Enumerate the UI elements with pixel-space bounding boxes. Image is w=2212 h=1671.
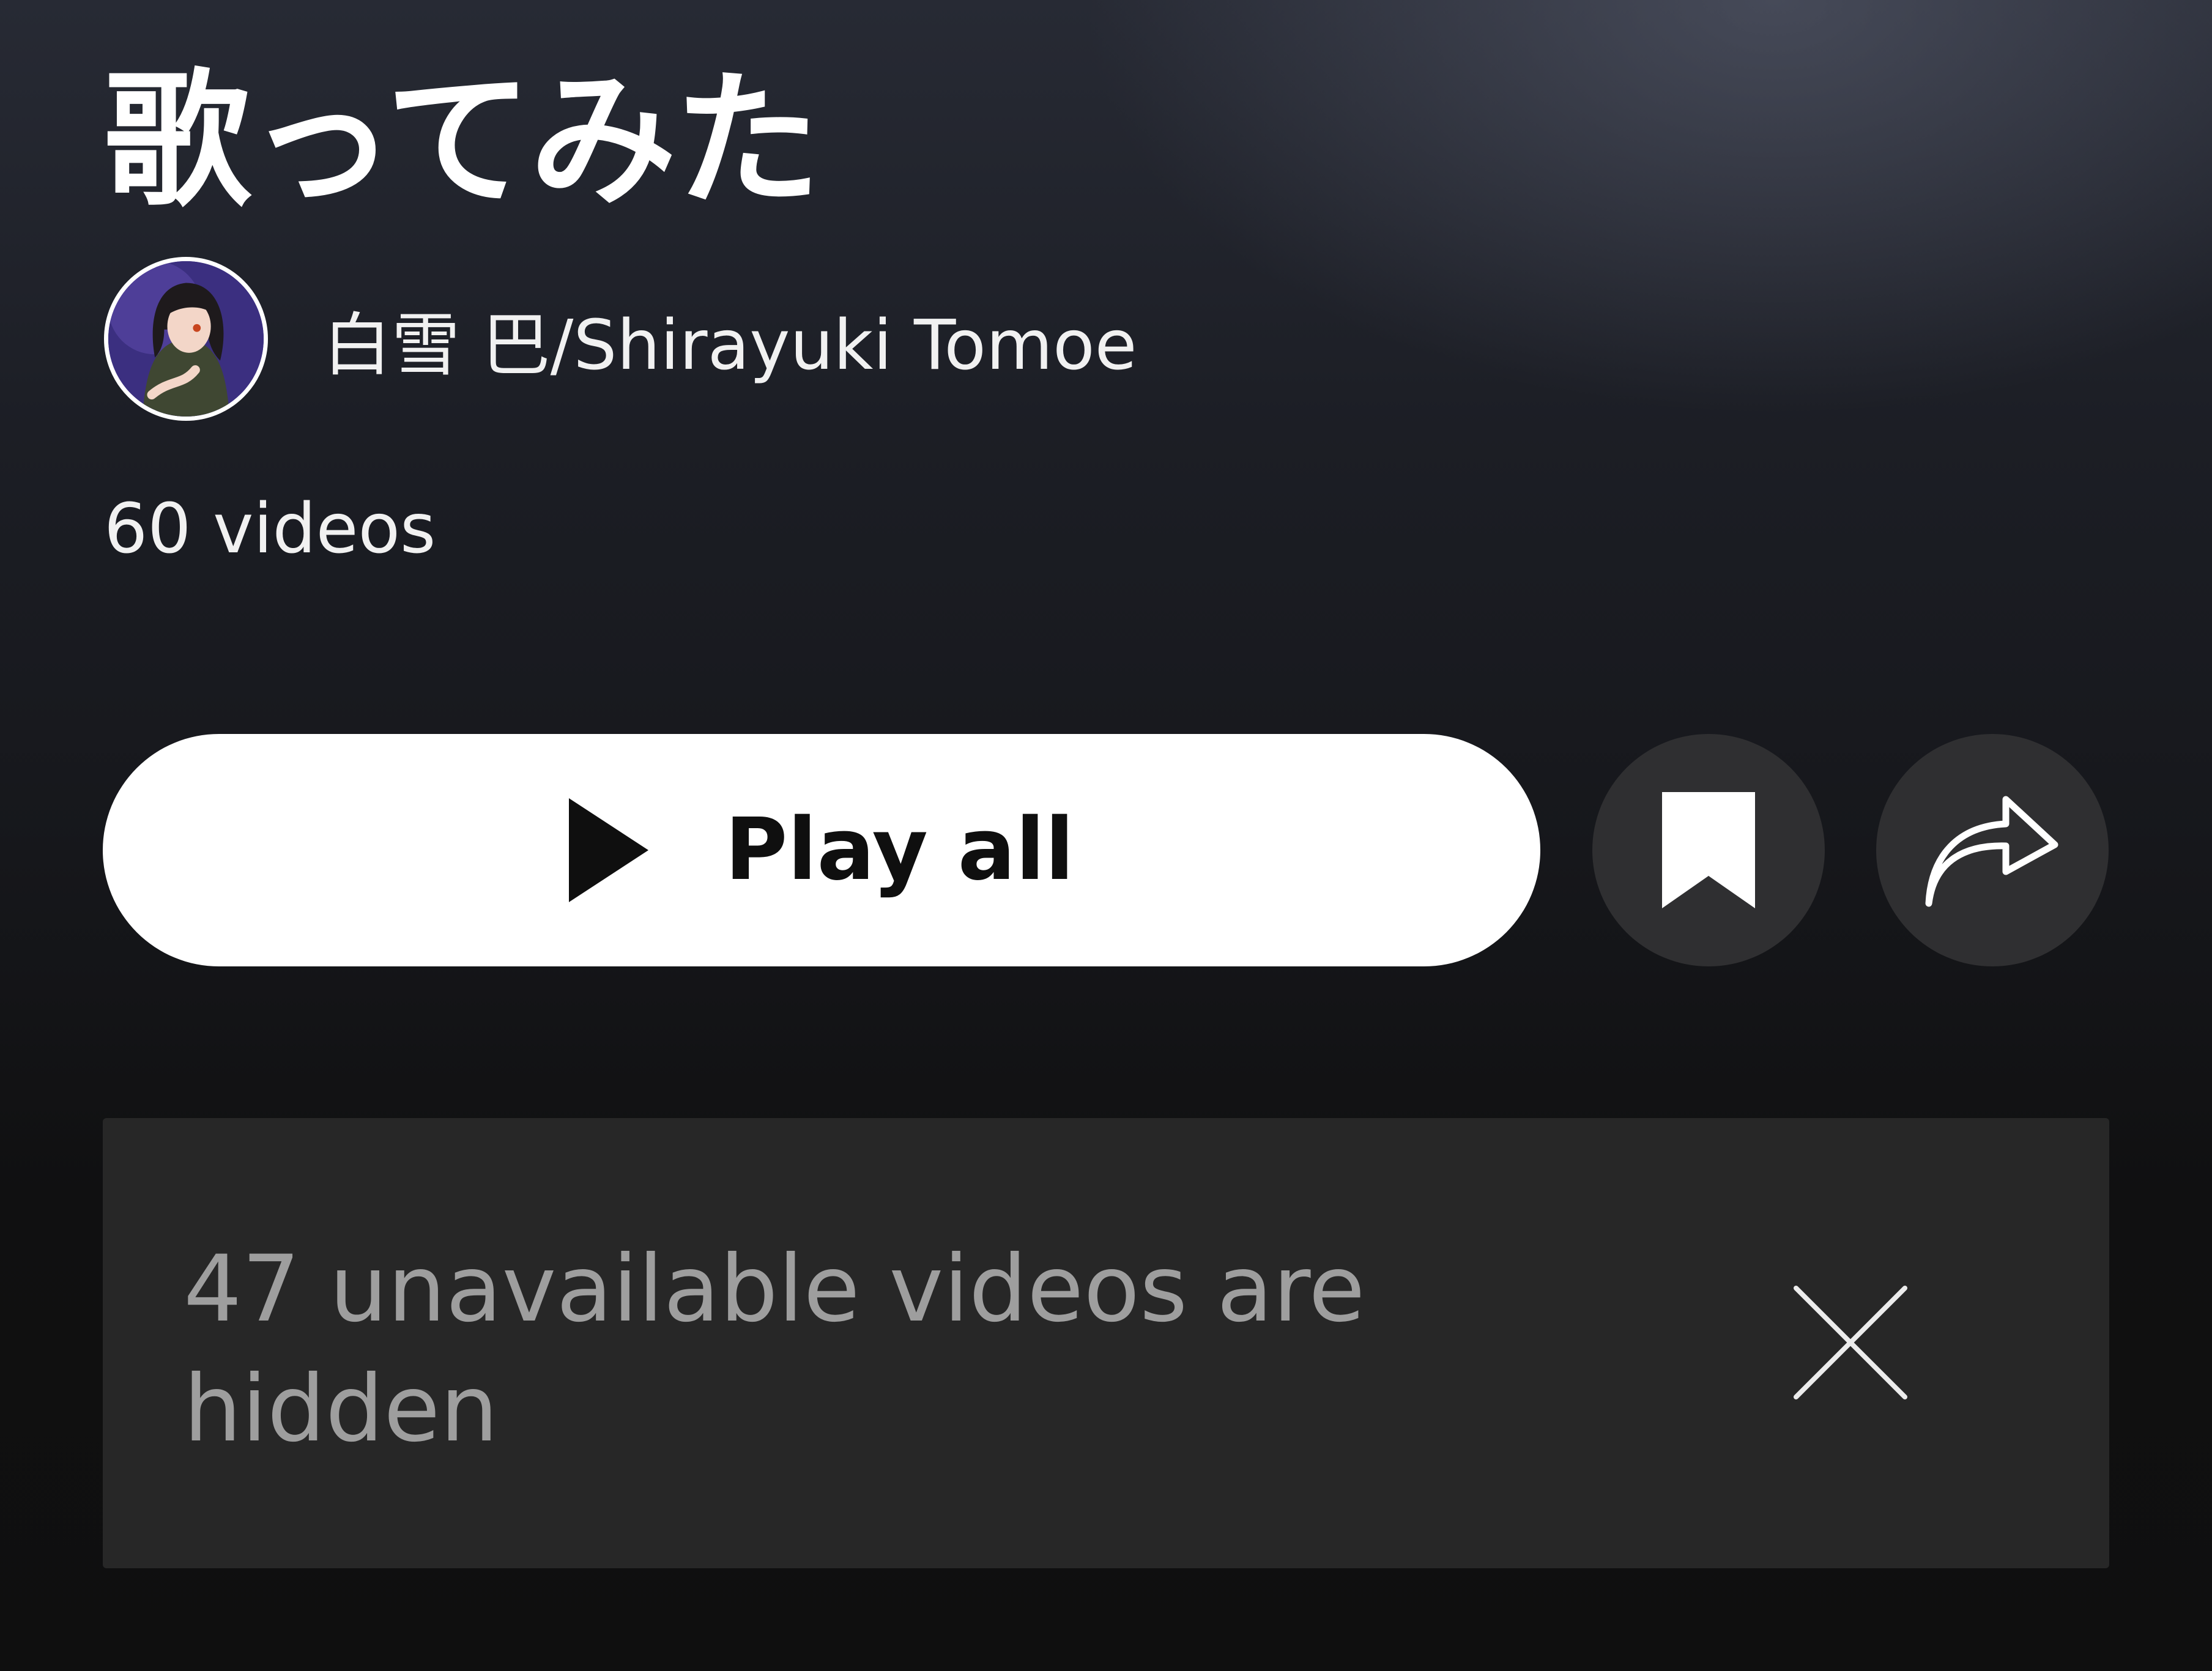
video-count: 60 videos (104, 489, 436, 569)
notice-text: 47 unavailable videos are hidden (184, 1236, 1365, 1462)
play-icon (568, 798, 648, 902)
channel-name-link[interactable]: 白雪 巴/Shirayuki Tomoe (323, 303, 1137, 388)
share-button[interactable] (1876, 734, 2109, 966)
avatar-image (108, 261, 264, 417)
channel-avatar[interactable] (104, 257, 268, 421)
playlist-title: 歌ってみた (104, 55, 821, 226)
dismiss-notice-button[interactable] (1774, 1266, 1927, 1419)
play-all-label: Play all (724, 800, 1075, 900)
play-all-button[interactable]: Play all (103, 734, 1540, 966)
save-playlist-button[interactable] (1592, 734, 1825, 966)
close-icon (1794, 1286, 1907, 1399)
share-arrow-icon (1925, 796, 2058, 907)
bookmark-icon (1662, 792, 1755, 908)
